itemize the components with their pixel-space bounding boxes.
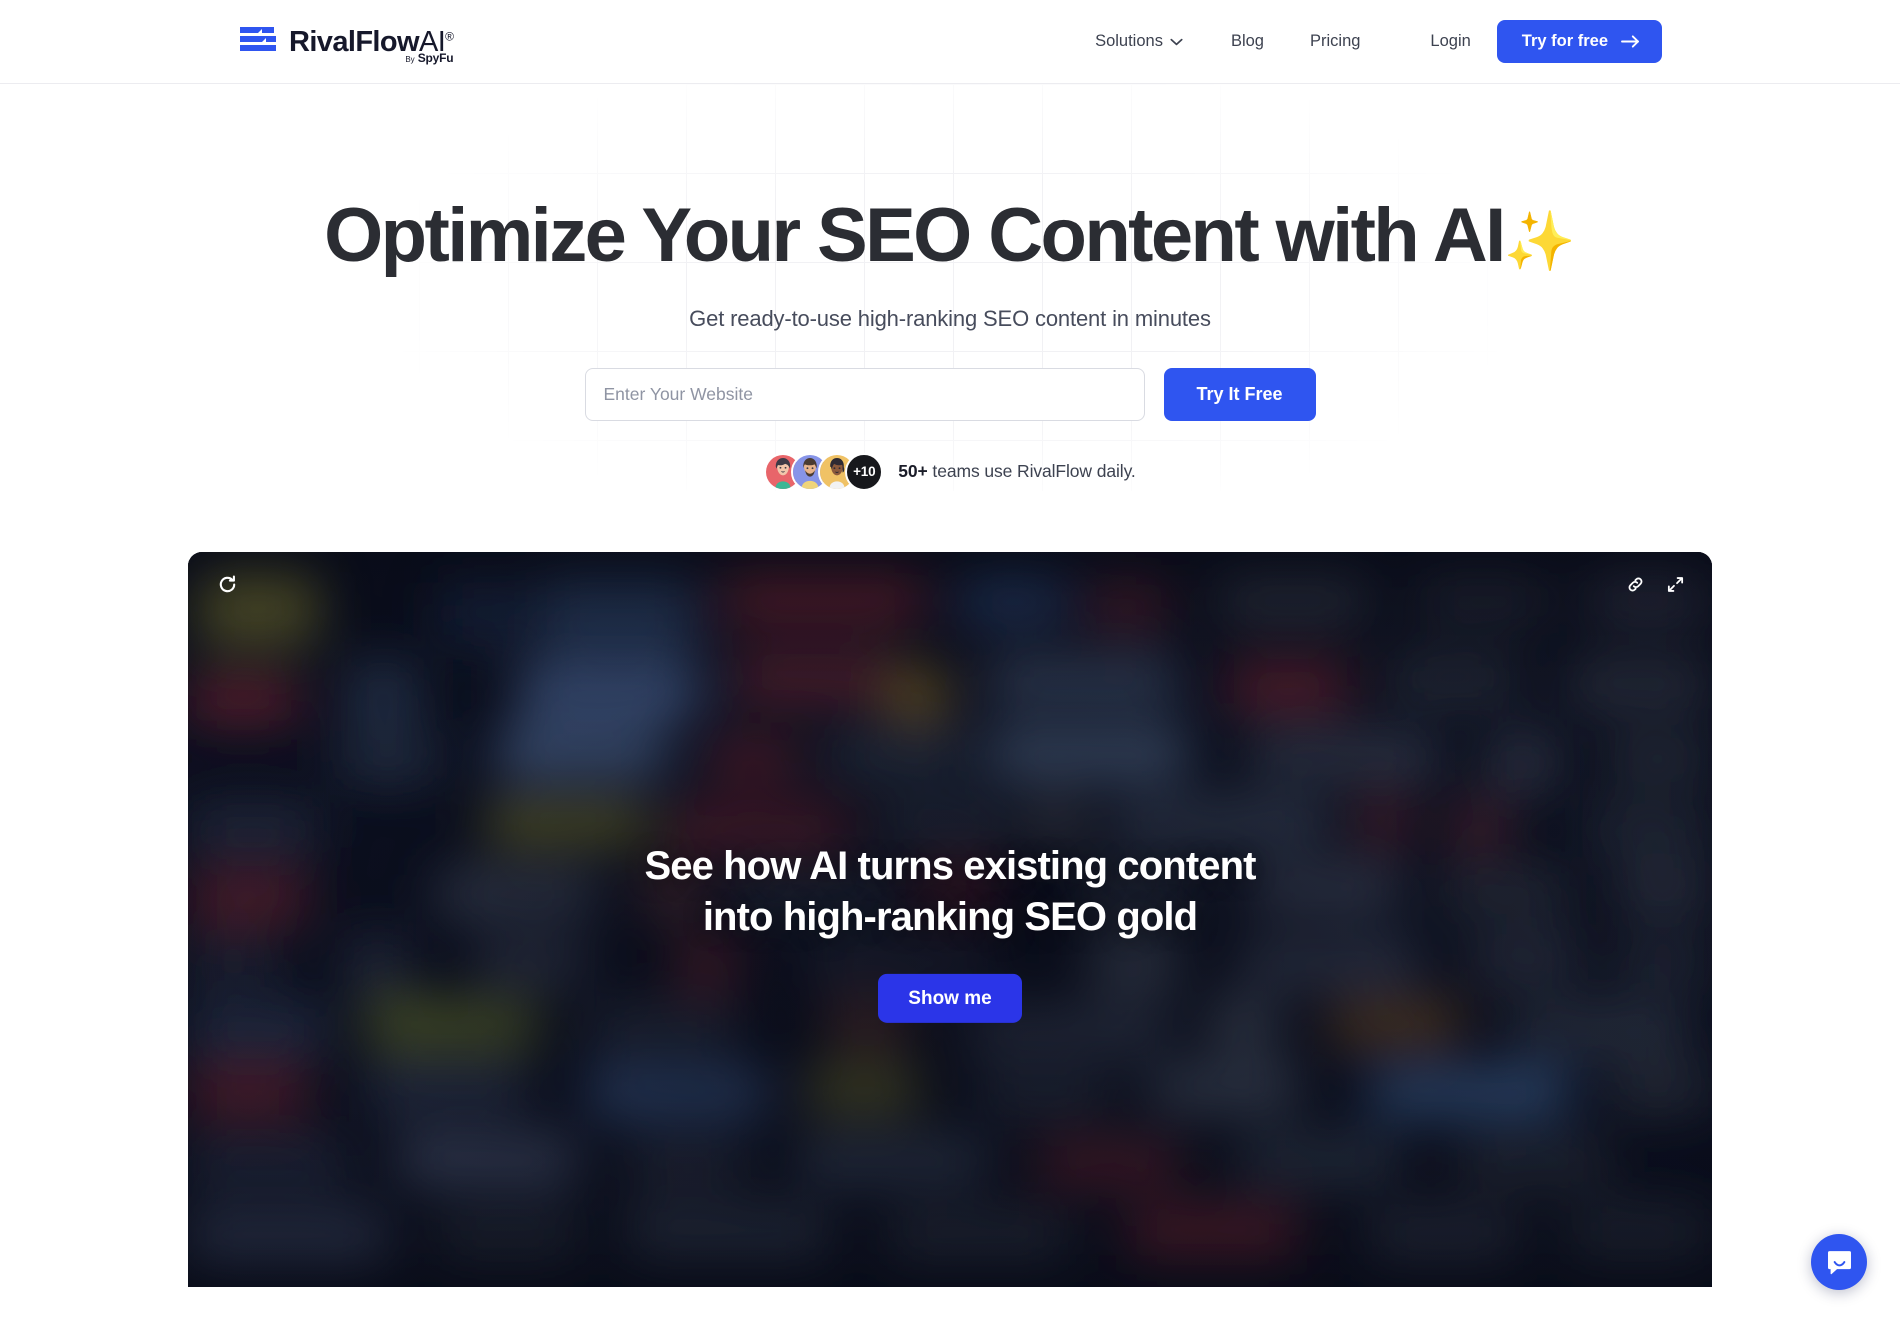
hero-section: Optimize Your SEO Content with AI✨ Get r… bbox=[0, 84, 1900, 491]
nav-item-pricing[interactable]: Pricing bbox=[1310, 24, 1360, 59]
site-header: RivalFlowAI® By SpyFu Solutions Blog Pri… bbox=[0, 0, 1900, 84]
page-title-text: Optimize Your SEO Content with AI bbox=[324, 193, 1506, 278]
try-it-free-button[interactable]: Try It Free bbox=[1163, 367, 1316, 421]
replay-button[interactable] bbox=[210, 568, 244, 602]
landing-page: RivalFlowAI® By SpyFu Solutions Blog Pri… bbox=[0, 0, 1900, 1321]
nav-item-blog-label: Blog bbox=[1230, 32, 1264, 50]
social-proof-text: 50+ teams use RivalFlow daily. bbox=[898, 461, 1136, 482]
social-proof: +10 50+ teams use RivalFlow daily. bbox=[0, 452, 1900, 491]
brand-wordmark: RivalFlowAI® By SpyFu bbox=[289, 26, 454, 65]
show-me-button[interactable]: Show me bbox=[878, 974, 1022, 1024]
video-toolbar-right bbox=[1618, 568, 1692, 602]
video-toolbar bbox=[188, 552, 1712, 618]
brand-name-main: RivalFlow bbox=[289, 26, 420, 58]
registered-mark: ® bbox=[445, 29, 454, 44]
rivalflow-bars-logo-icon bbox=[240, 26, 276, 51]
social-proof-caption: teams use RivalFlow daily. bbox=[927, 461, 1136, 482]
video-overlay-heading: See how AI turns existing content into h… bbox=[188, 841, 1712, 943]
try-for-free-label: Try for free bbox=[1521, 32, 1608, 51]
fullscreen-button[interactable] bbox=[1658, 568, 1692, 602]
avatar-overflow-count: +10 bbox=[845, 452, 884, 491]
website-signup-form: Try It Free bbox=[0, 367, 1900, 421]
byline-company: SpyFu bbox=[417, 51, 454, 65]
refresh-icon bbox=[219, 575, 235, 593]
byline-prefix: By bbox=[405, 55, 415, 64]
chevron-down-icon bbox=[1170, 38, 1183, 45]
nav-item-pricing-label: Pricing bbox=[1309, 32, 1361, 50]
page-title: Optimize Your SEO Content with AI✨ bbox=[0, 193, 1900, 278]
nav-item-login-label: Login bbox=[1430, 32, 1471, 50]
website-input[interactable] bbox=[584, 367, 1145, 421]
nav-item-blog[interactable]: Blog bbox=[1231, 24, 1264, 59]
link-icon bbox=[1628, 577, 1642, 592]
try-for-free-button[interactable]: Try for free bbox=[1496, 20, 1662, 63]
video-overlay-heading-line1: See how AI turns existing content bbox=[644, 843, 1256, 888]
chat-bubble-icon bbox=[1827, 1250, 1851, 1274]
avatar-group: +10 bbox=[764, 452, 884, 491]
copy-link-button[interactable] bbox=[1618, 568, 1652, 602]
nav-item-login[interactable]: Login bbox=[1430, 24, 1470, 59]
social-proof-count: 50+ bbox=[898, 461, 928, 482]
hero-subtitle: Get ready-to-use high-ranking SEO conten… bbox=[689, 305, 1211, 331]
nav-item-solutions-label: Solutions bbox=[1095, 32, 1163, 50]
chat-launcher-button[interactable] bbox=[1811, 1234, 1867, 1290]
arrow-right-icon bbox=[1621, 35, 1639, 48]
video-overlay-heading-line2: into high-ranking SEO gold bbox=[702, 895, 1198, 940]
video-overlay-content: See how AI turns existing content into h… bbox=[188, 815, 1712, 1024]
sparkles-emoji-icon: ✨ bbox=[1503, 209, 1576, 274]
demo-video-panel[interactable]: See how AI turns existing content into h… bbox=[188, 551, 1712, 1287]
nav-item-solutions[interactable]: Solutions bbox=[1095, 24, 1183, 59]
primary-navigation: Solutions Blog Pricing Login Try for fre… bbox=[1095, 20, 1662, 63]
expand-icon bbox=[1667, 577, 1683, 592]
brand-logo[interactable]: RivalFlowAI® By SpyFu bbox=[238, 23, 454, 65]
brand-byline: By SpyFu bbox=[405, 52, 453, 65]
